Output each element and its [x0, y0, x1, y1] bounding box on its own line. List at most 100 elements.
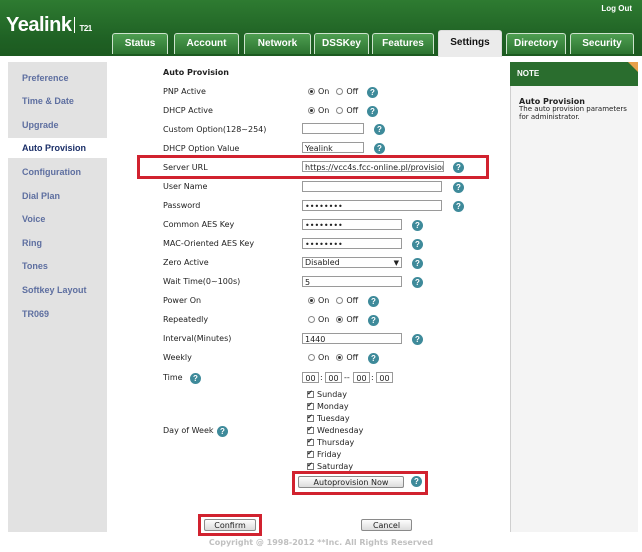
- checkbox-icon[interactable]: [307, 461, 314, 470]
- time-range-separator: --: [344, 373, 350, 382]
- sidebar-item-preference[interactable]: Preference: [8, 68, 107, 88]
- auto-provision-form: Auto Provision PNP Active On Off ? DHCP …: [112, 62, 498, 536]
- help-icon[interactable]: ?: [412, 258, 423, 269]
- dhcp-option-value-input[interactable]: Yealink: [302, 142, 364, 153]
- repeatedly-on-radio[interactable]: [308, 316, 315, 323]
- time-end-hour[interactable]: 00: [353, 372, 370, 383]
- sidebar-item-configuration[interactable]: Configuration: [8, 162, 107, 182]
- pnp-off-radio[interactable]: [336, 88, 344, 95]
- weekly-on-radio[interactable]: [308, 354, 315, 361]
- time-colon: :: [371, 373, 374, 382]
- tab-account[interactable]: Account: [174, 33, 239, 54]
- confirm-button[interactable]: Confirm: [204, 519, 256, 531]
- pnp-off-label: Off: [346, 87, 359, 96]
- mac-aes-key-input[interactable]: ••••••••: [302, 238, 402, 249]
- checkbox-icon[interactable]: [307, 425, 314, 434]
- time-label: Time: [163, 373, 183, 382]
- dhcp-on-radio[interactable]: [308, 107, 315, 114]
- repeatedly-off-label: Off: [346, 315, 359, 324]
- tab-status[interactable]: Status: [112, 33, 168, 54]
- weekly-off-label: Off: [346, 353, 359, 362]
- autoprovision-now-button[interactable]: Autoprovision Now: [298, 476, 404, 488]
- note-panel: NOTE Auto Provision The auto provision p…: [510, 62, 638, 532]
- checkbox-icon[interactable]: [307, 389, 314, 398]
- cancel-button[interactable]: Cancel: [361, 519, 412, 531]
- sidebar-item-ring[interactable]: Ring: [8, 233, 107, 253]
- sidebar-item-tr069[interactable]: TR069: [8, 304, 107, 324]
- help-icon[interactable]: ?: [374, 124, 385, 135]
- day-saturday[interactable]: Saturday: [307, 461, 354, 471]
- day-wednesday[interactable]: Wednesday: [307, 425, 364, 435]
- help-icon[interactable]: ?: [374, 143, 385, 154]
- sidebar-item-tones[interactable]: Tones: [8, 256, 107, 276]
- power-on-off-radio[interactable]: [336, 297, 344, 304]
- weekly-label: Weekly: [163, 353, 192, 362]
- help-icon[interactable]: ?: [412, 334, 423, 345]
- day-label: Saturday: [317, 462, 354, 471]
- time-start-minute[interactable]: 00: [325, 372, 342, 383]
- user-name-label: User Name: [163, 182, 208, 191]
- day-tuesday[interactable]: Tuesday: [307, 413, 350, 423]
- wait-time-input[interactable]: 5: [302, 276, 402, 287]
- sidebar-item-softkey-layout[interactable]: Softkey Layout: [8, 280, 107, 300]
- dhcp-off-radio[interactable]: [336, 107, 344, 114]
- user-name-input[interactable]: [302, 181, 442, 192]
- day-label: Friday: [317, 450, 342, 459]
- checkbox-icon[interactable]: [307, 401, 314, 410]
- repeatedly-label: Repeatedly: [163, 315, 209, 324]
- pnp-on-radio[interactable]: [308, 88, 315, 95]
- help-icon[interactable]: ?: [411, 476, 422, 487]
- sidebar-item-time-date[interactable]: Time & Date: [8, 91, 107, 111]
- time-end-minute[interactable]: 00: [376, 372, 393, 383]
- day-friday[interactable]: Friday: [307, 449, 342, 459]
- day-label: Wednesday: [317, 426, 364, 435]
- help-icon[interactable]: ?: [367, 87, 378, 98]
- day-label: Thursday: [317, 438, 355, 447]
- help-icon[interactable]: ?: [217, 426, 228, 437]
- zero-active-select[interactable]: Disabled ▼: [302, 257, 402, 268]
- tab-network[interactable]: Network: [244, 33, 311, 54]
- help-icon[interactable]: ?: [368, 315, 379, 326]
- weekly-off-radio[interactable]: [336, 354, 344, 361]
- time-start-hour[interactable]: 00: [302, 372, 319, 383]
- help-icon[interactable]: ?: [190, 373, 201, 384]
- help-icon[interactable]: ?: [412, 239, 423, 250]
- dhcp-off-label: Off: [346, 106, 359, 115]
- password-input[interactable]: ••••••••: [302, 200, 442, 211]
- logout-link[interactable]: Log Out: [601, 4, 632, 13]
- help-icon[interactable]: ?: [368, 296, 379, 307]
- help-icon[interactable]: ?: [453, 201, 464, 212]
- tab-dsskey[interactable]: DSSKey: [314, 33, 369, 54]
- zero-active-label: Zero Active: [163, 258, 209, 267]
- sidebar-item-upgrade[interactable]: Upgrade: [8, 115, 107, 135]
- repeatedly-off-radio[interactable]: [336, 316, 344, 323]
- tab-directory[interactable]: Directory: [506, 33, 566, 54]
- tab-security[interactable]: Security: [570, 33, 634, 54]
- sidebar-item-auto-provision[interactable]: Auto Provision: [8, 138, 112, 158]
- help-icon[interactable]: ?: [412, 277, 423, 288]
- day-thursday[interactable]: Thursday: [307, 437, 355, 447]
- pnp-active-label: PNP Active: [163, 87, 206, 96]
- sidebar-item-dial-plan[interactable]: Dial Plan: [8, 186, 107, 206]
- common-aes-key-input[interactable]: ••••••••: [302, 219, 402, 230]
- custom-option-input[interactable]: [302, 123, 364, 134]
- help-icon[interactable]: ?: [453, 182, 464, 193]
- tab-settings[interactable]: Settings: [438, 30, 502, 57]
- help-icon[interactable]: ?: [412, 220, 423, 231]
- checkbox-icon[interactable]: [307, 449, 314, 458]
- section-title: Auto Provision: [163, 68, 229, 77]
- sidebar-item-voice[interactable]: Voice: [8, 209, 107, 229]
- checkbox-icon[interactable]: [307, 437, 314, 446]
- help-icon[interactable]: ?: [368, 353, 379, 364]
- interval-input[interactable]: 1440: [302, 333, 402, 344]
- tab-features[interactable]: Features: [372, 33, 434, 54]
- server-url-input[interactable]: https://vcc4s.fcc-online.pl/provisioning: [302, 161, 444, 172]
- power-on-on-label: On: [318, 296, 330, 305]
- power-on-on-radio[interactable]: [308, 297, 315, 304]
- checkbox-icon[interactable]: [307, 413, 314, 422]
- copyright-footer: Copyright @ 1998-2012 **Inc. All Rights …: [208, 538, 434, 547]
- day-monday[interactable]: Monday: [307, 401, 349, 411]
- day-sunday[interactable]: Sunday: [307, 389, 347, 399]
- help-icon[interactable]: ?: [367, 106, 378, 117]
- help-icon[interactable]: ?: [453, 162, 464, 173]
